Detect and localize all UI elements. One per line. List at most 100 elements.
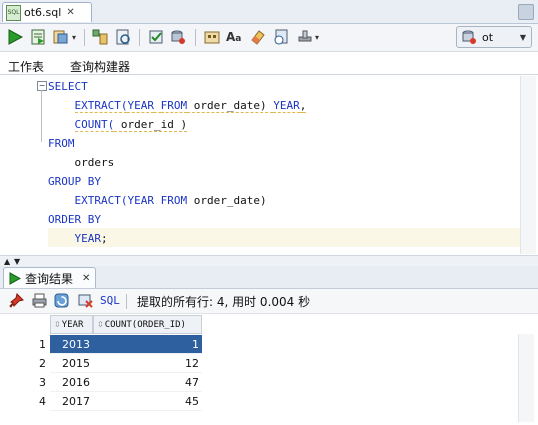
sql-link[interactable]: SQL bbox=[100, 294, 120, 307]
refresh-icon[interactable] bbox=[53, 292, 70, 309]
connection-label: ot bbox=[482, 30, 494, 44]
results-toolbar: SQL 提取的所有行: 4, 用时 0.004 秒 bbox=[0, 289, 538, 314]
tab-query-builder[interactable]: 查询构建器 bbox=[70, 58, 130, 75]
fold-toggle-icon[interactable]: − bbox=[37, 81, 47, 91]
worksheet-toolbar: ▾ Aa ▾ ot ▼ bbox=[0, 24, 538, 52]
toolbar-separator bbox=[126, 294, 127, 309]
tab-worksheet[interactable]: 工作表 bbox=[8, 58, 44, 75]
dropdown-arrow-icon[interactable]: ▾ bbox=[315, 33, 319, 42]
format-icon[interactable]: Aa bbox=[226, 28, 244, 46]
code-token: YEAR bbox=[74, 232, 102, 245]
file-tab-ot6[interactable]: SQL ot6.sql ✕ bbox=[2, 2, 92, 22]
print-icon[interactable] bbox=[31, 292, 48, 309]
code-token: COUNT( bbox=[74, 118, 115, 132]
code-line: FROM bbox=[48, 134, 75, 153]
code-line: EXTRACT(YEAR FROM order_date) YEAR, bbox=[48, 96, 307, 115]
toolbar-separator bbox=[139, 29, 140, 46]
row-number[interactable]: 4 bbox=[4, 392, 50, 411]
code-line: GROUP BY bbox=[48, 172, 101, 191]
fold-guide bbox=[41, 90, 42, 142]
close-icon[interactable]: ✕ bbox=[82, 273, 90, 284]
sql-file-icon: SQL bbox=[6, 4, 21, 21]
toolbar-separator bbox=[84, 29, 85, 46]
sort-icon: ⇳ bbox=[54, 320, 61, 329]
code-token: YEAR bbox=[273, 99, 300, 113]
code-token: EXTRACT( bbox=[74, 194, 128, 207]
code-token: , bbox=[299, 99, 307, 113]
code-token: FROM bbox=[48, 137, 75, 150]
column-header-label: COUNT(ORDER_ID) bbox=[104, 320, 186, 330]
code-line: ORDER BY bbox=[48, 210, 101, 229]
code-token: GROUP BY bbox=[48, 175, 101, 188]
worksheet-tabs: 工作表 查询构建器 bbox=[0, 55, 538, 75]
code-line: orders bbox=[48, 153, 114, 172]
editor-vertical-scrollbar[interactable] bbox=[520, 76, 536, 254]
code-token: FROM bbox=[160, 194, 188, 207]
file-tab-label: ot6.sql bbox=[24, 6, 62, 19]
row-number[interactable]: 1 bbox=[4, 335, 50, 354]
tab-list-button[interactable] bbox=[518, 4, 534, 20]
code-token: FROM bbox=[160, 99, 188, 113]
code-line: YEAR; bbox=[48, 229, 108, 248]
connection-select[interactable]: ot ▼ bbox=[456, 26, 532, 48]
results-tab-bar: 查询结果 ✕ bbox=[0, 266, 538, 289]
column-header-label: YEAR bbox=[61, 320, 84, 330]
column-header-count[interactable]: ⇳COUNT(ORDER_ID) bbox=[93, 315, 202, 334]
sql-editor[interactable]: − SELECT EXTRACT(YEAR FROM order_date) Y… bbox=[4, 76, 520, 254]
explain-plan-icon[interactable] bbox=[91, 28, 109, 46]
cell-count[interactable]: 45 bbox=[93, 392, 202, 411]
cell-year[interactable]: 2017 bbox=[50, 392, 93, 411]
editor-tab-bar: SQL ot6.sql ✕ bbox=[0, 0, 538, 24]
cell-year[interactable]: 2016 bbox=[50, 373, 93, 392]
sql-tuning-icon[interactable] bbox=[114, 28, 132, 46]
code-token: EXTRACT( bbox=[74, 99, 128, 113]
code-line: EXTRACT(YEAR FROM order_date) bbox=[48, 191, 267, 210]
tab-query-results[interactable]: 查询结果 ✕ bbox=[3, 267, 96, 288]
eraser-icon[interactable] bbox=[249, 28, 267, 46]
row-number[interactable]: 3 bbox=[4, 373, 50, 392]
code-token: order_id ) bbox=[114, 118, 188, 132]
row-number[interactable]: 2 bbox=[4, 354, 50, 373]
code-token: YEAR bbox=[127, 99, 154, 113]
run-result-icon bbox=[9, 271, 21, 285]
collapse-up-icon[interactable]: ▲ bbox=[4, 257, 10, 266]
dropdown-arrow-icon[interactable]: ▾ bbox=[72, 33, 76, 42]
code-token: orders bbox=[48, 156, 115, 169]
results-grid: ⇳YEAR ⇳COUNT(ORDER_ID) 1 2013 1 2 2015 12 3 201… bbox=[4, 315, 518, 425]
cell-count[interactable]: 1 bbox=[93, 335, 202, 354]
cell-count[interactable]: 47 bbox=[93, 373, 202, 392]
commit-icon[interactable] bbox=[147, 28, 165, 46]
fetch-status: 提取的所有行: 4, 用时 0.004 秒 bbox=[137, 295, 311, 309]
sql-history-icon[interactable] bbox=[203, 28, 221, 46]
cell-year[interactable]: 2015 bbox=[50, 354, 93, 373]
run-script-icon[interactable] bbox=[29, 28, 47, 46]
database-icon bbox=[462, 30, 476, 44]
close-icon[interactable]: ✕ bbox=[66, 7, 74, 18]
pin-icon[interactable] bbox=[8, 292, 25, 309]
run-statement-icon[interactable] bbox=[6, 28, 24, 46]
column-header-year[interactable]: ⇳YEAR bbox=[50, 315, 93, 334]
autotrace-icon[interactable] bbox=[52, 28, 70, 46]
current-line-highlight bbox=[48, 228, 520, 247]
code-token: order_date) bbox=[187, 99, 274, 113]
code-token: ORDER BY bbox=[48, 213, 101, 226]
cell-count[interactable]: 12 bbox=[93, 354, 202, 373]
code-line: COUNT( order_id ) bbox=[48, 115, 188, 134]
code-line: SELECT bbox=[48, 77, 88, 96]
collapse-down-icon[interactable]: ▼ bbox=[14, 257, 20, 266]
code-token: order_date) bbox=[187, 194, 267, 207]
history-icon[interactable] bbox=[272, 28, 290, 46]
cell-year[interactable]: 2013 bbox=[50, 335, 93, 354]
code-token: ; bbox=[101, 232, 108, 245]
chevron-down-icon: ▼ bbox=[519, 32, 526, 42]
tools-icon[interactable] bbox=[296, 28, 314, 46]
code-token: YEAR bbox=[127, 194, 154, 207]
cancel-query-icon[interactable] bbox=[77, 292, 94, 309]
grid-vertical-scrollbar[interactable] bbox=[518, 334, 534, 422]
rollback-icon[interactable] bbox=[169, 28, 187, 46]
code-token: SELECT bbox=[48, 80, 88, 93]
